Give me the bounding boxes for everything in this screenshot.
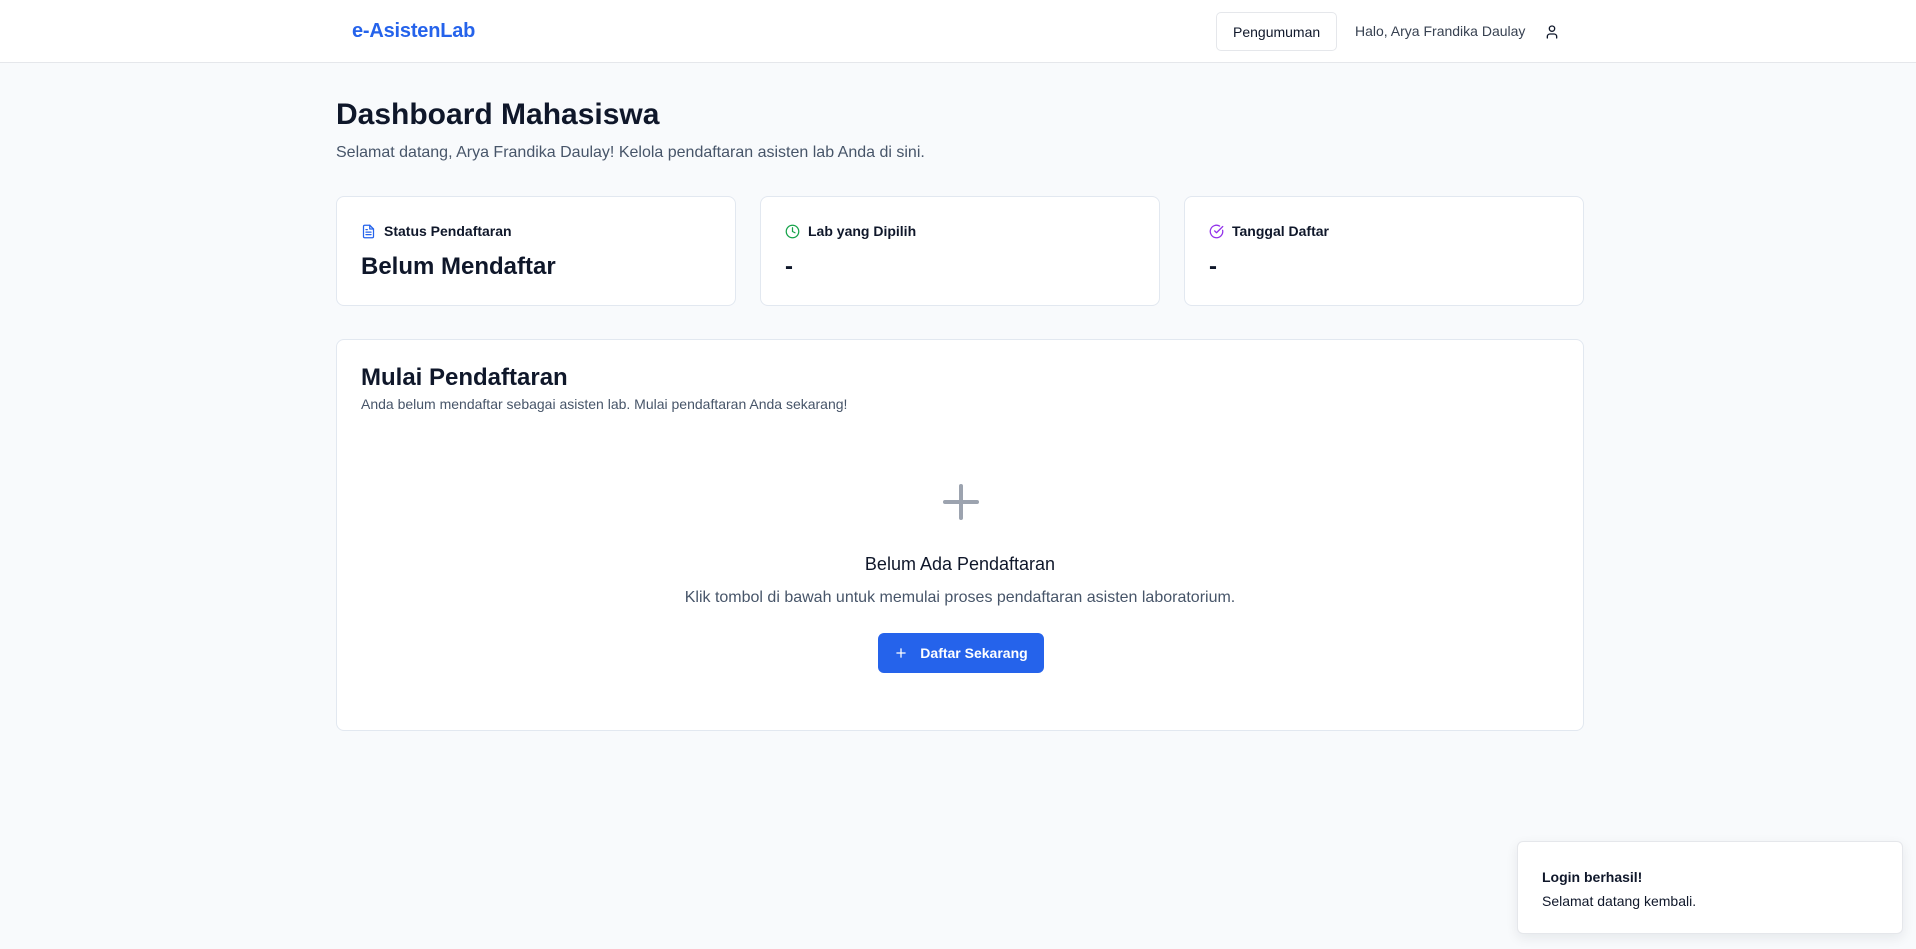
register-now-label: Daftar Sekarang [920, 645, 1028, 661]
plus-icon [937, 478, 985, 526]
top-navbar: e-AsistenLab Pengumuman Halo, Arya Frand… [0, 0, 1916, 63]
stat-card-status: Status Pendaftaran Belum Mendaftar [336, 196, 736, 306]
stat-label: Status Pendaftaran [384, 223, 512, 239]
stat-value: - [785, 253, 793, 280]
user-greeting: Halo, Arya Frandika Daulay [1355, 23, 1526, 39]
plus-icon [894, 646, 908, 660]
check-circle-icon [1209, 224, 1224, 239]
brand-logo[interactable]: e-AsistenLab [352, 20, 475, 43]
toast-notification[interactable]: Login berhasil! Selamat datang kembali. [1517, 841, 1903, 934]
stat-label-row: Status Pendaftaran [361, 223, 512, 239]
register-now-button[interactable]: Daftar Sekarang [878, 633, 1044, 673]
toast-title: Login berhasil! [1542, 869, 1643, 885]
file-text-icon [361, 224, 376, 239]
stat-label-row: Tanggal Daftar [1209, 223, 1329, 239]
announcement-button[interactable]: Pengumuman [1216, 12, 1338, 51]
stat-card-date: Tanggal Daftar - [1184, 196, 1584, 306]
stat-card-lab: Lab yang Dipilih - [760, 196, 1160, 306]
empty-state-description: Klik tombol di bawah untuk memulai prose… [684, 589, 1236, 606]
registration-card: Mulai Pendaftaran Anda belum mendaftar s… [336, 339, 1584, 731]
empty-state-title: Belum Ada Pendaftaran [864, 554, 1056, 574]
stat-value: Belum Mendaftar [361, 253, 556, 280]
user-icon[interactable] [1541, 21, 1563, 43]
stat-label-row: Lab yang Dipilih [785, 223, 916, 239]
clock-icon [785, 224, 800, 239]
stat-value: - [1209, 253, 1217, 280]
stat-label: Tanggal Daftar [1232, 223, 1329, 239]
page-title: Dashboard Mahasiswa [336, 98, 660, 131]
stat-label: Lab yang Dipilih [808, 223, 917, 239]
registration-description: Anda belum mendaftar sebagai asisten lab… [361, 396, 848, 412]
page-subtitle: Selamat datang, Arya Frandika Daulay! Ke… [336, 144, 925, 161]
registration-title: Mulai Pendaftaran [361, 364, 568, 391]
toast-message: Selamat datang kembali. [1542, 893, 1697, 909]
